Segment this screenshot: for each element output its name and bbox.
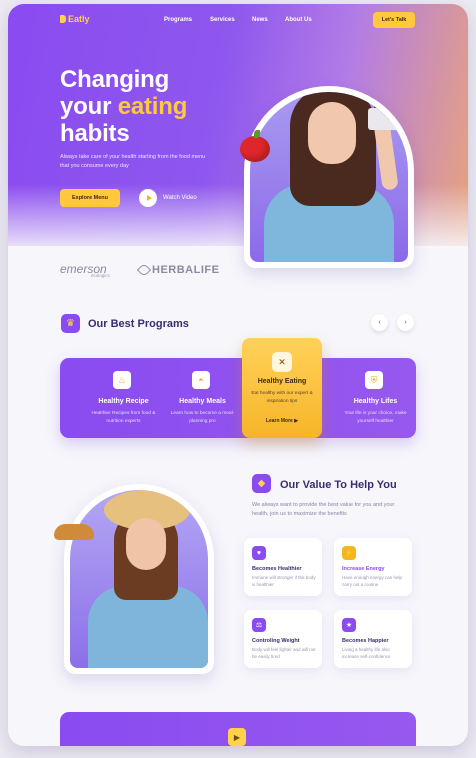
program-title: Healthy Eating [257,378,307,385]
value-photo-card [64,484,214,674]
partner-logo-herbalife-text: HERBALIFE [152,264,220,276]
nav-link-news[interactable]: News [252,17,268,23]
value-card-becomes-happier[interactable]: ★ Becomes Happier Living a healthy life … [334,610,412,668]
apple-icon [240,136,270,162]
value-card-title: Increase Energy [342,566,385,572]
meal-cloche-icon: ◓ [192,371,210,389]
photo-face-shape [308,102,356,164]
play-icon [146,195,152,201]
program-desc: Your life is your choice, make yourself … [344,411,407,424]
program-desc: Eat healthy with our expert & inspiratio… [251,391,313,404]
nav-link-programs[interactable]: Programs [164,17,192,23]
partner-logo-emerson-sub: ecologics [91,273,110,278]
apple-leaf-icon [254,130,260,138]
hero-photo [250,92,408,262]
value-card-title: Controling Weight [252,638,300,644]
logo-mark-icon [60,15,66,23]
value-card-desc: Living a healthy life also increase self… [342,647,391,659]
program-desc: Healthier Recipes from food & nutrition … [91,411,156,424]
learn-more-label: Learn More [265,418,293,424]
landing-page: Eatly Programs Services News About Us Le… [8,4,468,746]
diamond-icon: ◆ [252,474,271,493]
utensils-icon: ✕ [272,352,292,372]
programs-title: Our Best Programs [88,318,189,330]
program-card-healthy-eating[interactable]: ✕ Healthy Eating Eat healthy with our ex… [242,338,322,438]
chocolate-wrapper-shape [368,108,400,130]
value-photo [70,490,208,668]
nav-link-about-us[interactable]: About Us [285,17,312,23]
program-title: Healthy Recipe [98,398,149,405]
photo-face-shape [126,518,166,570]
value-card-becomes-healthier[interactable]: ♥ Becomes Healthier Immune will stronger… [244,538,322,596]
headline-line-2-prefix: your [60,93,118,120]
crown-icon: ♛ [61,314,80,333]
program-title: Healthy Lifes [353,398,398,405]
watch-video-link[interactable]: Watch Video [163,195,197,201]
lets-talk-button[interactable]: Let's Talk [373,12,415,28]
headline-line-3: habits [60,120,130,147]
program-card-healthy-lifes[interactable]: ⛨ Healthy Lifes Your life is your choice… [333,358,418,438]
heart-icon: ♥ [252,546,266,560]
partner-logo-herbalife: HERBALIFE [136,262,220,278]
lightning-icon: ⚡ [342,546,356,560]
learn-more-arrow-icon: ▶ [294,418,299,424]
bottom-section-icon: ▶ [228,728,246,746]
logo-text: Eatly [68,14,90,24]
value-card-desc: Have enough energy can help carry out a … [342,575,403,587]
herbalife-leaf-icon [136,262,152,278]
croissant-icon [54,524,94,540]
value-card-desc: Immune will stronger if the body is heal… [252,575,316,587]
value-title: Our Value To Help You [280,479,397,491]
headline-line-1: Changing [60,66,170,93]
value-card-increase-energy[interactable]: ⚡ Increase Energy Have enough energy can… [334,538,412,596]
program-desc: Learn how to become a meal-planning pro [170,411,235,424]
program-title: Healthy Meals [179,398,226,405]
hero-photo-card [244,86,414,268]
value-card-title: Becomes Healthier [252,566,302,572]
value-card-desc: Body will feel lighter and will not be e… [252,647,316,659]
program-card-healthy-recipe[interactable]: ♨ Healthy Recipe Healthier Recipes from … [81,358,166,438]
headline-line-2: your eating [60,93,187,120]
learn-more-link[interactable]: Learn More ▶ [242,418,322,424]
hero-headline: Changing your eating habits [60,66,187,147]
programs-carousel: ♨ Healthy Recipe Healthier Recipes from … [60,358,416,438]
shield-icon: ⛨ [365,371,383,389]
explore-menu-button[interactable]: Explore Menu [60,189,120,207]
hero-description: Always take care of your health starting… [60,154,206,169]
nav-link-services[interactable]: Services [210,17,235,23]
top-nav: Eatly Programs Services News About Us Le… [8,4,468,36]
program-card-healthy-meals[interactable]: ◓ Healthy Meals Learn how to become a me… [160,358,245,438]
chef-hat-icon: ♨ [113,371,131,389]
value-description: We always want to provide the best value… [252,502,395,517]
programs-prev-button[interactable]: ‹ [371,314,388,331]
headline-accent: eating [117,93,188,120]
play-video-button[interactable] [139,189,157,207]
star-icon: ★ [342,618,356,632]
value-card-title: Becomes Happier [342,638,389,644]
value-card-controling-weight[interactable]: ⚖ Controling Weight Body will feel light… [244,610,322,668]
scale-icon: ⚖ [252,618,266,632]
programs-next-button[interactable]: › [397,314,414,331]
logo[interactable]: Eatly [60,14,90,24]
